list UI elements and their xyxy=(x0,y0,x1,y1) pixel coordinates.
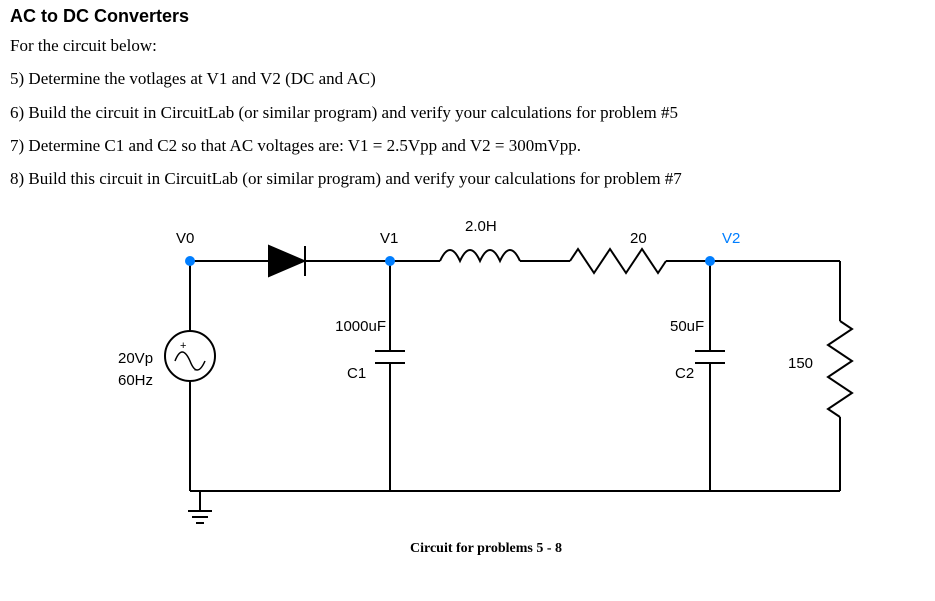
question-5: 5) Determine the votlages at V1 and V2 (… xyxy=(10,68,925,89)
circuit-diagram: + - V0 V1 V2 2.0H 20 1000uF C1 50uF C2 1… xyxy=(10,201,925,571)
inductor-value: 2.0H xyxy=(465,219,497,234)
load-resistor-value: 150 xyxy=(788,356,813,371)
source-freq: 60Hz xyxy=(118,373,153,388)
node-v0-label: V0 xyxy=(176,231,194,246)
question-8: 8) Build this circuit in CircuitLab (or … xyxy=(10,168,925,189)
question-6: 6) Build the circuit in CircuitLab (or s… xyxy=(10,102,925,123)
node-v1-dot xyxy=(385,256,395,266)
circuit-caption: Circuit for problems 5 - 8 xyxy=(410,541,562,557)
node-v2-label: V2 xyxy=(722,231,740,246)
svg-text:+: + xyxy=(180,340,186,352)
intro-text: For the circuit below: xyxy=(10,35,925,56)
node-v0-dot xyxy=(185,256,195,266)
c1-name: C1 xyxy=(347,366,366,381)
source-peak: 20Vp xyxy=(118,351,153,366)
series-resistor-value: 20 xyxy=(630,231,647,246)
node-v1-label: V1 xyxy=(380,231,398,246)
c2-name: C2 xyxy=(675,366,694,381)
node-v2-dot xyxy=(705,256,715,266)
c2-value: 50uF xyxy=(670,319,704,334)
c1-value: 1000uF xyxy=(330,319,386,334)
page-title: AC to DC Converters xyxy=(10,6,925,27)
svg-text:-: - xyxy=(194,364,198,376)
question-7: 7) Determine C1 and C2 so that AC voltag… xyxy=(10,135,925,156)
